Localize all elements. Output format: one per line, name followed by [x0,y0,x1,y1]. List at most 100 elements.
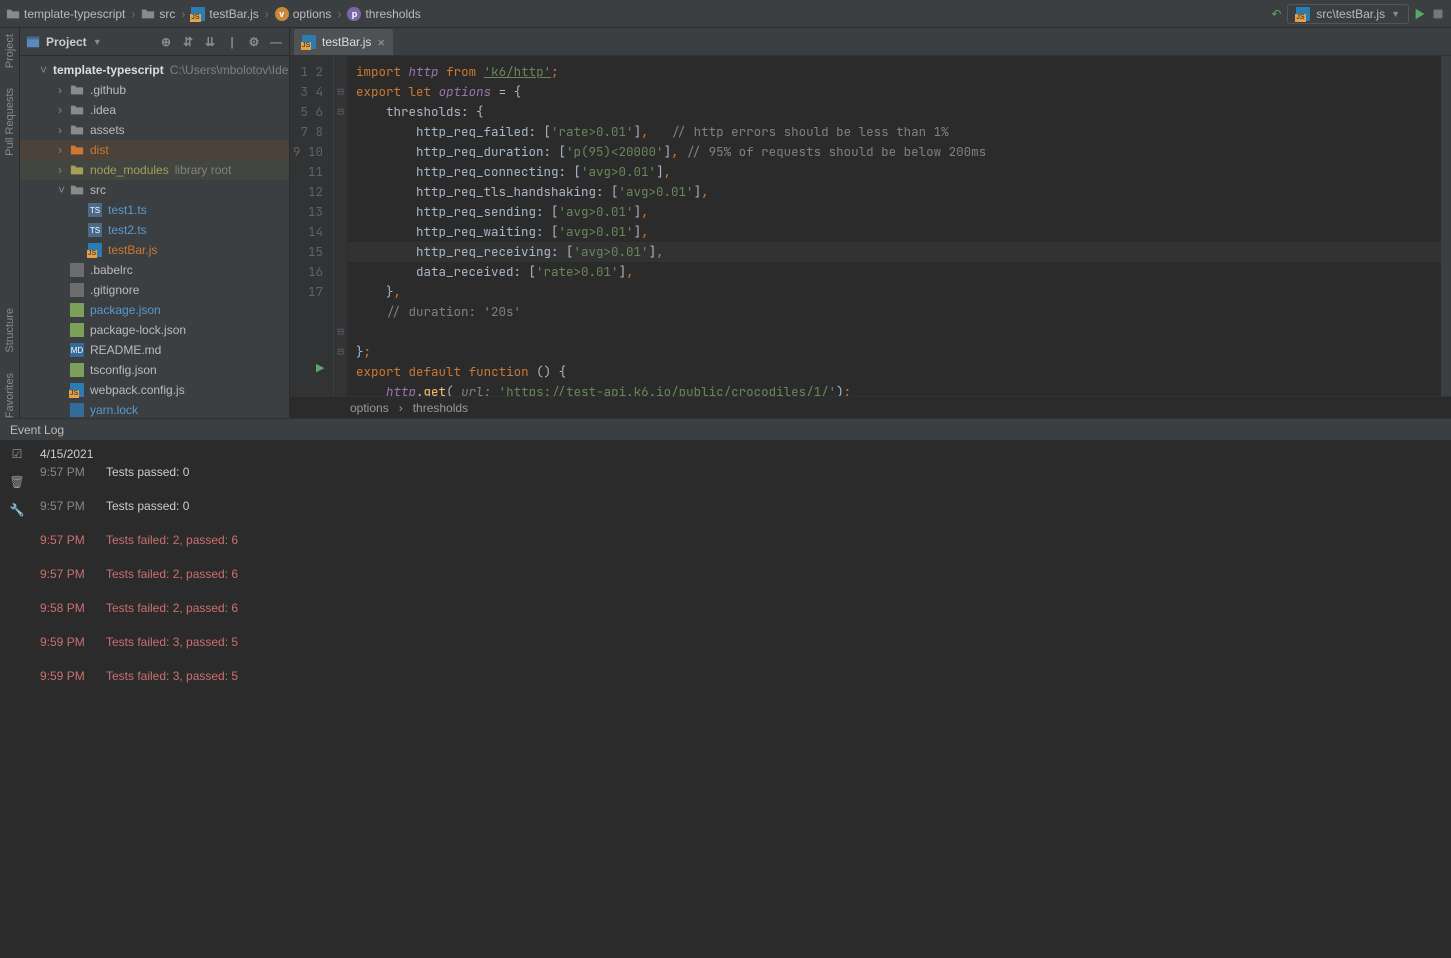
library-icon [70,163,84,177]
property-icon: p [347,7,361,21]
breadcrumb-thresholds[interactable]: thresholds [413,401,468,415]
sidebar-tab-favorites[interactable]: Favorites [4,373,16,418]
event-log-entry[interactable]: 9:59 PMTests failed: 3, passed: 5 [40,669,1451,683]
project-tree[interactable]: ˅ template-typescript C:\Users\mbolotov\… [20,56,289,418]
expand-all-icon[interactable]: ⇵ [181,35,195,49]
event-log-message: Tests passed: 0 [106,499,189,513]
tree-folder-assets[interactable]: › assets [20,120,289,140]
locate-icon[interactable]: ⊕ [159,35,173,49]
breadcrumb-symbol-options[interactable]: v options [275,7,332,21]
sidebar-tab-pull-requests[interactable]: Pull Requests [4,88,16,156]
close-icon[interactable]: × [377,35,385,50]
tree-file-package-json[interactable]: package.json [20,300,289,320]
sidebar-tab-project[interactable]: Project [4,34,16,68]
event-log-content[interactable]: 4/15/2021 9:57 PMTests passed: 09:57 PMT… [34,441,1451,958]
chevron-down-icon[interactable]: ▼ [93,37,102,47]
event-log-entry[interactable]: 9:59 PMTests failed: 3, passed: 5 [40,635,1451,649]
tree-file-gitignore[interactable]: .gitignore [20,280,289,300]
breadcrumb-file-label: testBar.js [209,7,258,21]
md-file-icon: MD [70,343,84,357]
breadcrumb-src[interactable]: src [141,7,175,21]
trash-icon[interactable]: 🗑 [10,475,24,489]
tree-file-testbar[interactable]: testBar.js [20,240,289,260]
project-icon [26,35,40,49]
tree-folder-node-modules[interactable]: ›node_moduleslibrary root [20,160,289,180]
collapse-all-icon[interactable]: ⇊ [203,35,217,49]
event-log-message: Tests failed: 2, passed: 6 [106,567,238,581]
event-log-entry[interactable]: 9:57 PMTests failed: 2, passed: 6 [40,533,1451,547]
tree-item-label: .github [90,83,126,97]
event-log-date: 4/15/2021 [40,447,1451,461]
run-config-dropdown[interactable]: src\testBar.js ▼ [1287,4,1409,24]
tree-file-babelrc[interactable]: .babelrc [20,260,289,280]
tree-file-readme[interactable]: MD README.md [20,340,289,360]
chevron-down-icon[interactable]: ˅ [40,63,47,77]
tree-folder-src[interactable]: ˅ src [20,180,289,200]
tree-item-label: assets [90,123,125,137]
json-file-icon [70,303,84,317]
tree-file-yarnlock[interactable]: yarn.lock [20,400,289,418]
editor-tab-testbar[interactable]: testBar.js × [294,29,393,55]
minimize-icon[interactable]: — [269,35,283,49]
event-log-header[interactable]: Event Log [0,419,1451,441]
chevron-right-icon[interactable]: › [58,163,70,177]
chevron-right-icon[interactable]: › [58,103,70,117]
breadcrumb-sep: › [129,7,137,21]
chevron-right-icon[interactable]: › [58,83,70,97]
tree-file-tsconfig[interactable]: tsconfig.json [20,360,289,380]
chevron-right-icon[interactable]: › [58,123,70,137]
divider-icon: | [225,35,239,49]
fold-gutter[interactable]: ⊟ ⊟ ⊟ ⊟ [334,56,348,396]
event-log-entry[interactable]: 9:57 PMTests passed: 0 [40,465,1451,479]
event-log-toolbar: ☑ 🗑 🔧 [0,441,34,958]
folder-icon [6,7,20,21]
js-file-icon [302,35,316,49]
left-tool-strip: Project Pull Requests Structure Favorite… [0,28,20,418]
event-log-time: 9:57 PM [40,465,96,479]
breadcrumb-symbol-thresholds[interactable]: p thresholds [347,7,420,21]
js-file-icon [70,383,84,397]
breadcrumb-src-label: src [159,7,175,21]
tree-file-package-lock[interactable]: package-lock.json [20,320,289,340]
line-number-gutter: 1 2 3 4 5 6 7 8 9 10 11 12 13 14 15 16 1… [290,56,334,396]
back-arrow-icon[interactable]: ↶ [1269,7,1283,21]
breadcrumb-sep: › [399,401,403,415]
project-pane-title: Project [46,35,87,49]
breadcrumb-file[interactable]: testBar.js [191,7,258,21]
event-log-entry[interactable]: 9:58 PMTests failed: 2, passed: 6 [40,601,1451,615]
run-button[interactable] [1413,7,1427,21]
tree-root[interactable]: ˅ template-typescript C:\Users\mbolotov\… [20,60,289,80]
tree-item-label: package.json [90,303,161,317]
tree-file-test2[interactable]: TStest2.ts [20,220,289,240]
settings-icon[interactable]: 🔧 [10,503,24,517]
tree-item-label: README.md [90,343,161,357]
tree-folder-github[interactable]: › .github [20,80,289,100]
mark-read-icon[interactable]: ☑ [10,447,24,461]
chevron-down-icon[interactable]: ˅ [58,183,70,197]
run-config-label: src\testBar.js [1316,7,1385,21]
gear-icon[interactable]: ⚙ [247,35,261,49]
tree-file-webpack[interactable]: webpack.config.js [20,380,289,400]
js-file-icon [88,243,102,257]
tree-item-label: webpack.config.js [90,383,185,397]
tree-item-label: dist [90,143,109,157]
sidebar-tab-structure[interactable]: Structure [4,308,16,353]
chevron-right-icon[interactable]: › [58,143,70,157]
stop-button[interactable] [1431,7,1445,21]
event-log-entry[interactable]: 9:57 PMTests passed: 0 [40,499,1451,513]
event-log-entry[interactable]: 9:57 PMTests failed: 2, passed: 6 [40,567,1451,581]
tree-folder-dist[interactable]: › dist [20,140,289,160]
breadcrumb-options[interactable]: options [350,401,389,415]
tree-item-label: src [90,183,106,197]
tree-folder-idea[interactable]: ›.idea [20,100,289,120]
tree-file-test1[interactable]: TStest1.ts [20,200,289,220]
event-log-message: Tests failed: 2, passed: 6 [106,601,238,615]
breadcrumb-project[interactable]: template-typescript [6,7,125,21]
event-log-message: Tests failed: 3, passed: 5 [106,635,238,649]
folder-icon [70,183,84,197]
editor-right-rail[interactable] [1441,56,1451,396]
run-line-icon[interactable]: ▶ [316,361,324,374]
editor-body[interactable]: 1 2 3 4 5 6 7 8 9 10 11 12 13 14 15 16 1… [290,56,1451,396]
folder-icon [70,143,84,157]
code-content[interactable]: import http from 'k6/http'; export let o… [348,56,1441,396]
